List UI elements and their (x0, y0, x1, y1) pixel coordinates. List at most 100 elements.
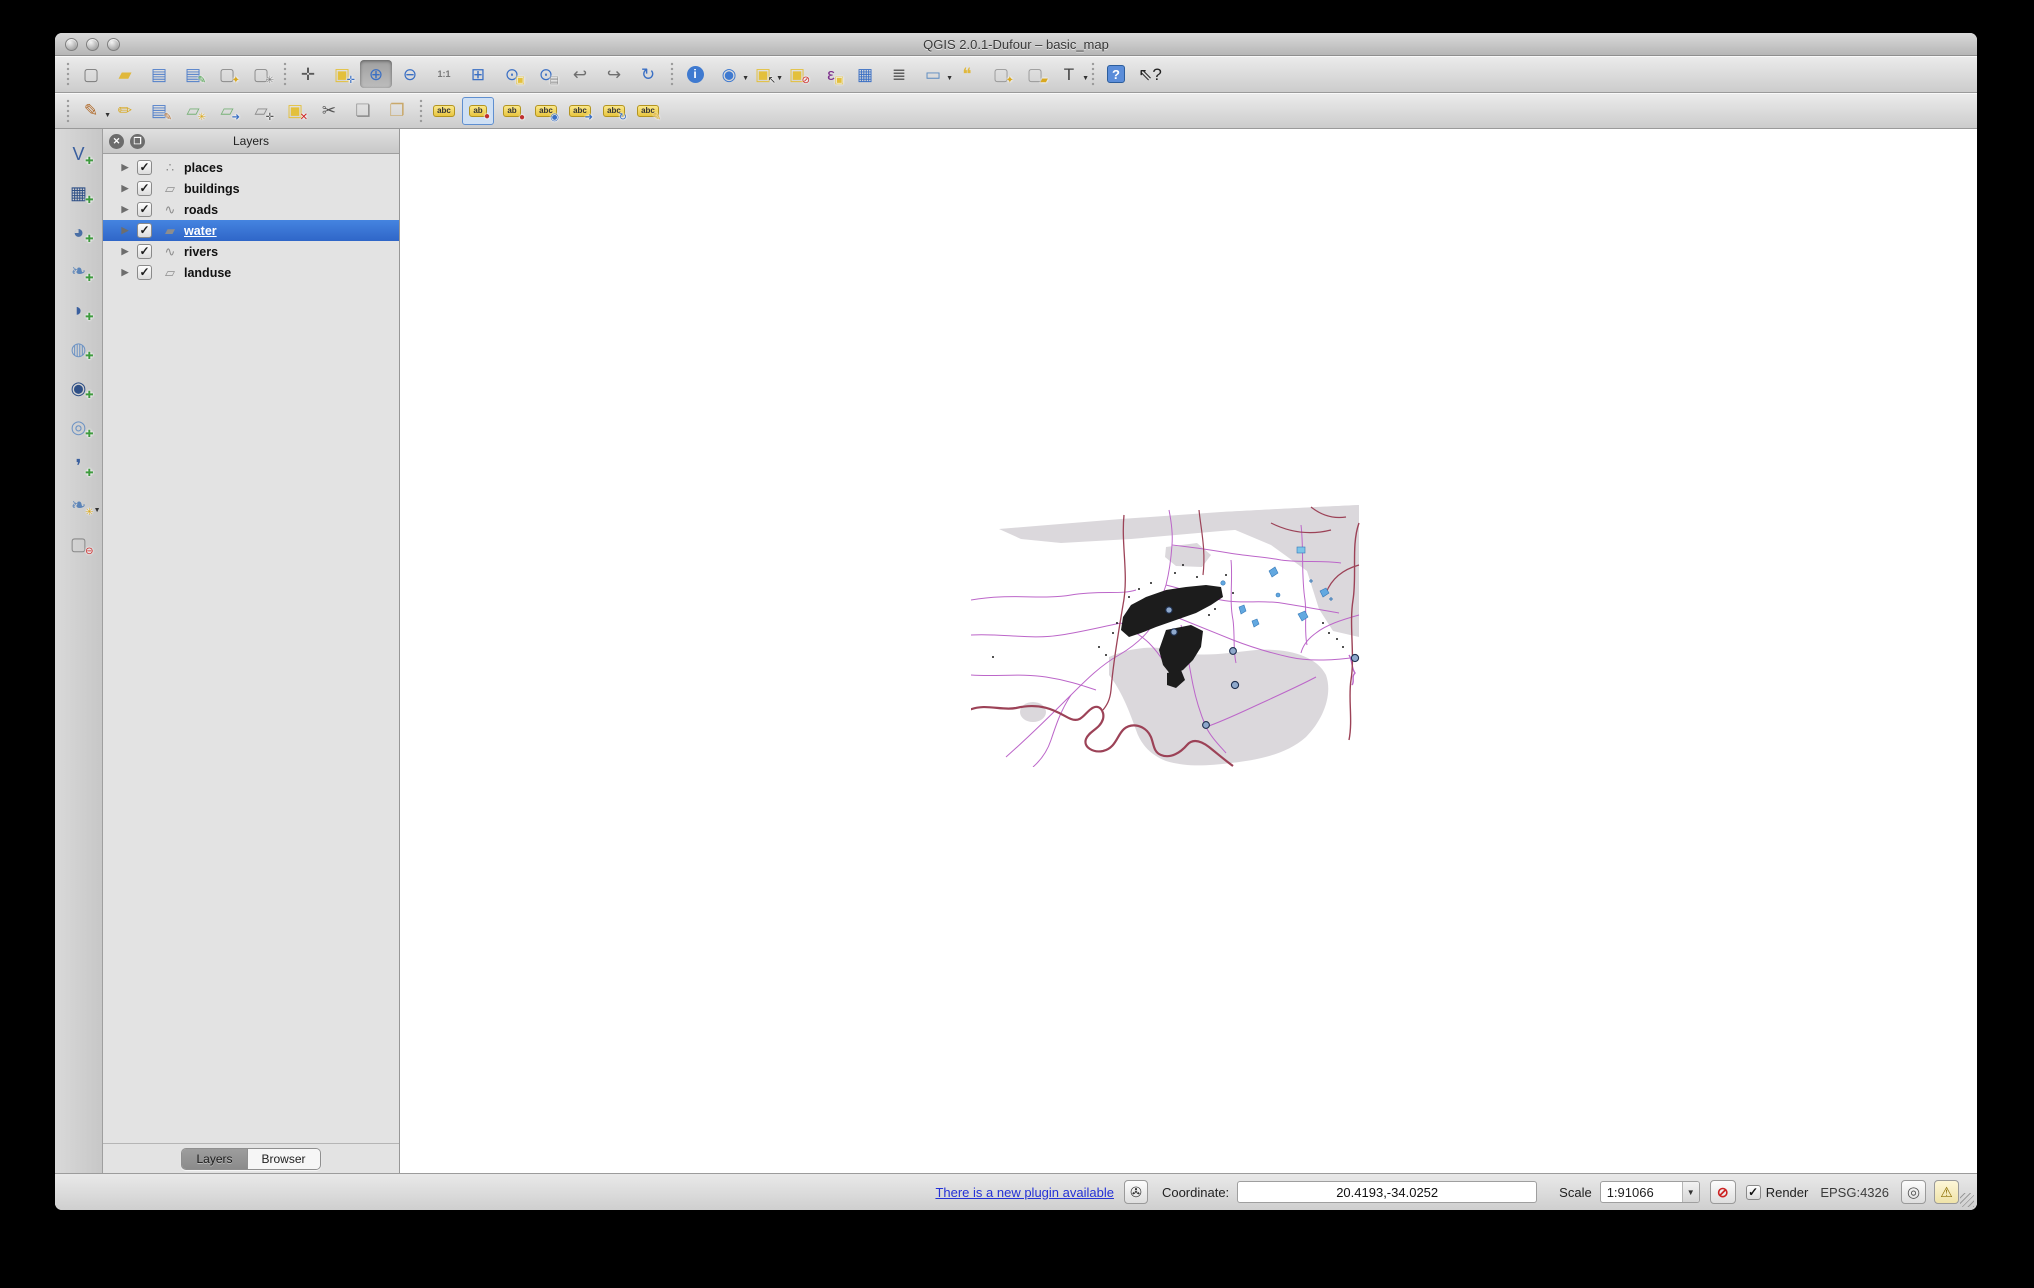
expand-icon[interactable]: ▶ (119, 246, 131, 257)
new-plugin-link[interactable]: There is a new plugin available (935, 1185, 1114, 1200)
layer-row-water[interactable]: ▶✓▰water (103, 220, 399, 241)
label-move-button[interactable]: abc➜ (564, 97, 596, 125)
pan-map-button[interactable]: ✛ (292, 60, 324, 88)
new-spatialite-layer-dropdown-icon[interactable]: ▼ (94, 507, 101, 514)
copy-features-button[interactable]: ❏ (347, 97, 379, 125)
refresh-map-button[interactable]: ↻ (632, 60, 664, 88)
coordinate-input[interactable] (1237, 1181, 1537, 1203)
add-spatialite-layer-button[interactable]: ❧✚ (61, 256, 97, 286)
open-attribute-table-button[interactable]: ▦ (849, 60, 881, 88)
whats-this-button[interactable]: ⇖? (1134, 60, 1166, 88)
layer-row-roads[interactable]: ▶✓∿roads (103, 199, 399, 220)
layer-row-landuse[interactable]: ▶✓▱landuse (103, 262, 399, 283)
select-features-button[interactable]: ▣↖▼ (747, 60, 779, 88)
layer-visibility-checkbox[interactable]: ✓ (137, 265, 152, 280)
layer-row-places[interactable]: ▶✓∴places (103, 157, 399, 178)
expand-icon[interactable]: ▶ (119, 225, 131, 236)
label-pin-unpin-button[interactable]: ab● (462, 97, 494, 125)
add-raster-layer-button[interactable]: ▦✚ (61, 178, 97, 208)
pan-to-selection-button[interactable]: ▣✛ (326, 60, 358, 88)
run-feature-action-button[interactable]: ◉▼ (713, 60, 745, 88)
open-project-button[interactable]: ▰ (109, 60, 141, 88)
save-project-button[interactable]: ▤ (143, 60, 175, 88)
new-bookmark-button[interactable]: ▢✦ (985, 60, 1017, 88)
add-wcs-layer-button[interactable]: ◉✚ (61, 373, 97, 403)
zoom-in-button[interactable]: ⊕ (360, 60, 392, 88)
add-vector-layer-icon: V (72, 145, 84, 163)
delete-selected-button[interactable]: ▣✕ (279, 97, 311, 125)
add-feature-button[interactable]: ▱✳ (177, 97, 209, 125)
current-edits-button[interactable]: ✎▼ (75, 97, 107, 125)
expand-icon[interactable]: ▶ (119, 183, 131, 194)
expand-icon[interactable]: ▶ (119, 267, 131, 278)
measure-line-button[interactable]: ▭▼ (917, 60, 949, 88)
crs-status-icon[interactable]: ◎ (1901, 1180, 1926, 1204)
zoom-next-icon: ↪ (607, 66, 621, 83)
plugin-manager-icon[interactable]: ✇ (1124, 1180, 1148, 1204)
cut-features-button[interactable]: ✂ (313, 97, 345, 125)
layer-visibility-checkbox[interactable]: ✓ (137, 160, 152, 175)
resize-grip[interactable] (1960, 1193, 1974, 1207)
add-oracle-layer-button[interactable]: ❜✚ (61, 451, 97, 481)
zoom-to-layer-button[interactable]: ⊙▤ (530, 60, 562, 88)
map-tips-button[interactable]: ❝ (951, 60, 983, 88)
label-show-hide-button[interactable]: abc◉ (530, 97, 562, 125)
identify-features-button[interactable]: i (679, 60, 711, 88)
select-by-expression-button[interactable]: ε▣ (815, 60, 847, 88)
map-canvas[interactable] (400, 129, 1977, 1173)
layer-visibility-checkbox[interactable]: ✓ (137, 181, 152, 196)
zoom-actual-button[interactable]: 1:1 (428, 60, 460, 88)
scale-label: Scale (1559, 1185, 1592, 1200)
render-checkbox[interactable]: ✓ (1746, 1185, 1761, 1200)
add-postgis-layer-button[interactable]: ◕✚ (61, 217, 97, 247)
layer-visibility-checkbox[interactable]: ✓ (137, 223, 152, 238)
chevron-down-icon[interactable]: ▼ (1682, 1182, 1699, 1202)
tab-browser[interactable]: Browser (247, 1149, 320, 1169)
zoom-next-button[interactable]: ↪ (598, 60, 630, 88)
label-pin-button[interactable]: ab● (496, 97, 528, 125)
stop-render-icon[interactable]: ⊘ (1710, 1180, 1736, 1204)
label-rotate-button[interactable]: abc↻ (598, 97, 630, 125)
toggle-editing-button[interactable]: ✏ (109, 97, 141, 125)
layer-row-rivers[interactable]: ▶✓∿rivers (103, 241, 399, 262)
expand-icon[interactable]: ▶ (119, 162, 131, 173)
deselect-all-button[interactable]: ▣⊘ (781, 60, 813, 88)
map-render (971, 505, 1363, 767)
expand-icon[interactable]: ▶ (119, 204, 131, 215)
new-spatialite-layer-button[interactable]: ❧✳▼ (61, 490, 97, 520)
move-feature-button[interactable]: ▱➜ (211, 97, 243, 125)
node-tool-button[interactable]: ▱✛ (245, 97, 277, 125)
save-layer-edits-button[interactable]: ▤✎ (143, 97, 175, 125)
paste-features-button[interactable]: ❐ (381, 97, 413, 125)
zoom-last-button[interactable]: ↩ (564, 60, 596, 88)
layer-labeling-button[interactable]: abc (428, 97, 460, 125)
scale-combo[interactable]: 1:91066 ▼ (1600, 1181, 1700, 1203)
layer-row-buildings[interactable]: ▶✓▱buildings (103, 178, 399, 199)
pan-to-selection-badge-icon: ✛ (347, 76, 355, 86)
zoom-full-extent-button[interactable]: ⊞ (462, 60, 494, 88)
title-bar: QGIS 2.0.1-Dufour – basic_map (55, 33, 1977, 56)
text-annotation-dropdown-icon[interactable]: ▼ (1082, 75, 1089, 82)
show-bookmarks-button[interactable]: ▢▰ (1019, 60, 1051, 88)
field-calculator-button[interactable]: ≣ (883, 60, 915, 88)
new-project-button[interactable]: ▢ (75, 60, 107, 88)
add-wfs-layer-button[interactable]: ◎✚ (61, 412, 97, 442)
add-feature-badge-icon: ✳ (198, 113, 206, 123)
tab-layers[interactable]: Layers (182, 1149, 246, 1169)
zoom-to-selection-button[interactable]: ⊙▣ (496, 60, 528, 88)
layer-visibility-checkbox[interactable]: ✓ (137, 244, 152, 259)
help-contents-button[interactable]: ? (1100, 60, 1132, 88)
add-mssql-layer-button[interactable]: ◗✚ (61, 295, 97, 325)
remove-layer-button[interactable]: ▢⊖ (61, 529, 97, 559)
add-wms-layer-button[interactable]: ◍✚ (61, 334, 97, 364)
save-project-as-button[interactable]: ▤✎ (177, 60, 209, 88)
message-log-icon[interactable]: ⚠ (1934, 1180, 1959, 1204)
add-vector-layer-button[interactable]: V✚ (61, 139, 97, 169)
zoom-out-button[interactable]: ⊖ (394, 60, 426, 88)
new-print-composer-badge-icon: ✦ (232, 76, 240, 86)
layer-visibility-checkbox[interactable]: ✓ (137, 202, 152, 217)
new-print-composer-button[interactable]: ▢✦ (211, 60, 243, 88)
text-annotation-button[interactable]: T▼ (1053, 60, 1085, 88)
composer-manager-button[interactable]: ▢✳ (245, 60, 277, 88)
label-properties-button[interactable]: abc✎ (632, 97, 664, 125)
